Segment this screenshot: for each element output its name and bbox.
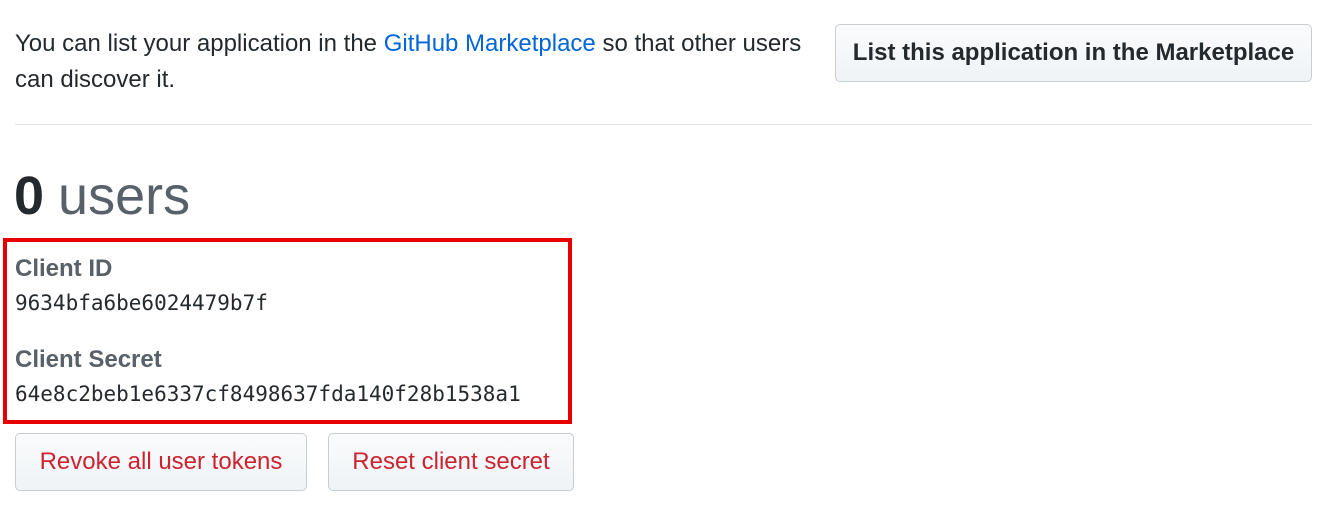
section-divider	[15, 124, 1312, 125]
github-marketplace-link[interactable]: GitHub Marketplace	[384, 30, 596, 57]
users-count: 0	[14, 166, 45, 226]
users-label: users	[58, 166, 191, 226]
revoke-all-user-tokens-button[interactable]: Revoke all user tokens	[15, 433, 307, 491]
client-secret-label: Client Secret	[15, 346, 162, 373]
users-count-heading: 0 users	[14, 164, 190, 234]
client-id-label: Client ID	[15, 255, 113, 282]
marketplace-intro-before: You can list your application in the	[15, 30, 384, 57]
list-in-marketplace-button[interactable]: List this application in the Marketplace	[835, 24, 1312, 82]
client-id-value: 9634bfa6be6024479b7f	[15, 291, 268, 315]
client-secret-value: 64e8c2beb1e6337cf8498637fda140f28b1538a1	[15, 382, 521, 406]
marketplace-intro-text: You can list your application in the Git…	[15, 26, 830, 98]
reset-client-secret-button[interactable]: Reset client secret	[328, 433, 574, 491]
